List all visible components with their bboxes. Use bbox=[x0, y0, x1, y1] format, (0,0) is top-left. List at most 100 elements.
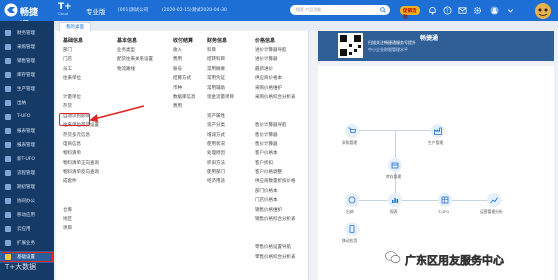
extension-icon bbox=[5, 240, 11, 246]
menu-item-using-department[interactable]: 使用部门 bbox=[207, 169, 234, 178]
menu-item-carryover-subject[interactable]: 结转科目 bbox=[207, 56, 234, 65]
help-icon[interactable]: ? bbox=[443, 6, 452, 15]
flow-node-cashier[interactable] bbox=[345, 193, 359, 207]
sidebar-item-opening[interactable]: 期初管理 bbox=[0, 181, 54, 193]
promo-label: 促销活动 bbox=[403, 8, 417, 20]
menu-item-retail-price-analysis[interactable]: 零售价格综合分析表 bbox=[255, 254, 296, 263]
menu-item-customer-pricebook[interactable]: 客户价格本 bbox=[255, 150, 296, 159]
menu-item-store-pricebook[interactable]: 门店价格本 bbox=[255, 197, 296, 206]
notification-icon[interactable] bbox=[428, 6, 437, 15]
menu-item-cashflow-project[interactable]: 现金流量项目 bbox=[207, 94, 234, 103]
menu-item-purchase-calc-nav[interactable]: 进价计算器导航 bbox=[255, 47, 296, 56]
menu-item-logistics-route[interactable]: 物流路线 bbox=[117, 66, 153, 75]
menu-item-bom-reverse[interactable]: 物料清单反向查询 bbox=[63, 169, 99, 178]
menu-item-delivery-relation[interactable]: 配货往来关系设置 bbox=[117, 56, 153, 65]
menu-item-ecommerce[interactable]: 电商信息 bbox=[63, 141, 99, 150]
menu-item-customer-discount[interactable]: 客户折扣 bbox=[255, 160, 296, 169]
menu-item-store[interactable]: 门店 bbox=[63, 56, 99, 65]
menu-item-subject[interactable]: 科目 bbox=[207, 47, 234, 56]
sidebar-item-purchase[interactable]: 采购管理 bbox=[0, 41, 54, 53]
menu-item-depreciation-method[interactable]: 折旧方法 bbox=[207, 160, 234, 169]
menu-item-purchase-calc[interactable]: 进价计算器 bbox=[255, 56, 296, 65]
menu-item-business-type[interactable]: 业务类型 bbox=[117, 47, 153, 56]
menu-item-expense[interactable]: 费用 bbox=[173, 56, 196, 65]
menu-item-region[interactable]: 地区 bbox=[63, 216, 99, 225]
sidebar-item-sales[interactable]: 销售管理 bbox=[0, 55, 54, 67]
sidebar-item-workflow[interactable]: 流程管理 bbox=[0, 167, 54, 179]
menu-item-fee[interactable]: 费用 bbox=[173, 103, 196, 112]
menu-item-retail-price-nav[interactable]: 零售价格设置导航 bbox=[255, 244, 296, 253]
menu-item-sales-price-analysis[interactable]: 销售价格综合分析表 bbox=[255, 216, 296, 225]
sidebar-item-t-ufo[interactable]: T-UFO bbox=[0, 111, 54, 123]
tab-my-desktop[interactable]: 我的桌面 bbox=[59, 22, 91, 31]
menu-item-change-method[interactable]: 增减方式 bbox=[207, 132, 234, 141]
promo-badge[interactable]: 促销活动 bbox=[400, 6, 420, 20]
sidebar-item-cloud[interactable]: 云应用 bbox=[0, 223, 54, 235]
flow-node-inventory[interactable] bbox=[388, 158, 402, 172]
menu-item-sales-calc-nav[interactable]: 售价计算器导航 bbox=[255, 122, 296, 131]
menu-item-bom[interactable]: 物料清单 bbox=[63, 150, 99, 159]
menu-item-department-pricebook[interactable]: 部门价格本 bbox=[255, 188, 296, 197]
app-logo[interactable]: 畅捷通 bbox=[4, 2, 46, 31]
menu-item-kit[interactable]: 成套件 bbox=[63, 178, 99, 187]
menu-item-unit[interactable]: 计量单位 bbox=[63, 94, 99, 103]
sidebar-item-finance[interactable]: 财务管理 bbox=[0, 27, 54, 39]
chevron-down-icon[interactable] bbox=[506, 6, 515, 15]
menu-item-project[interactable]: 项目 bbox=[63, 225, 99, 234]
menu-item-warehouse[interactable]: 仓库 bbox=[63, 207, 99, 216]
flow-node-report[interactable] bbox=[388, 193, 402, 207]
menu-item-income[interactable]: 收入 bbox=[173, 47, 196, 56]
menu-item-disposal-reason[interactable]: 处理原因 bbox=[207, 150, 234, 159]
sidebar-item-inventory[interactable]: 库存管理 bbox=[0, 69, 54, 81]
menu-item-purchase-price-maint[interactable]: 采购价格维护 bbox=[255, 85, 296, 94]
menu-item-account[interactable]: 账号 bbox=[173, 66, 196, 75]
menu-item-purchase-price-analysis[interactable]: 采购价格综合分析表 bbox=[255, 94, 296, 103]
sidebar-item-report-2[interactable]: 报表管理 bbox=[0, 139, 54, 151]
sidebar-item-report[interactable]: 报表管理 bbox=[0, 125, 54, 137]
settings-icon[interactable] bbox=[473, 6, 482, 15]
menu-item-partner[interactable]: 往来单位 bbox=[63, 75, 99, 84]
menu-item-customer-price-adjust[interactable]: 客户价格调整 bbox=[255, 169, 296, 178]
menu-item-supplier-qty-discount[interactable]: 供应商数量折扣价格 bbox=[255, 178, 296, 187]
company-name[interactable]: [001]测试公司 bbox=[118, 7, 148, 13]
sidebar-item-production[interactable]: 生产管理 bbox=[0, 83, 54, 95]
menu-item-common-summary[interactable]: 常用摘要 bbox=[207, 66, 234, 75]
menu-item-asset-category[interactable]: 资产分类 bbox=[207, 122, 234, 131]
message-icon[interactable] bbox=[458, 6, 467, 15]
flow-node-purchase[interactable] bbox=[345, 124, 359, 138]
menu-item-latest-purchase-price[interactable]: 最新进价 bbox=[255, 66, 296, 75]
menu-item-common-auxiliary[interactable]: 常用辅助 bbox=[207, 85, 234, 94]
sidebar-item-office[interactable]: 协同办公 bbox=[0, 195, 54, 207]
menu-item-database-info[interactable]: 数据库信息 bbox=[173, 94, 196, 103]
menu-item-inventory-multi[interactable]: 存货多元信息 bbox=[63, 132, 99, 141]
menu-item-usage-status[interactable]: 使用状况 bbox=[207, 141, 234, 150]
sidebar-item-label: 采购管理 bbox=[17, 45, 35, 50]
menu-item-common-voucher[interactable]: 常用凭证 bbox=[207, 75, 234, 84]
menu-item-economic-use[interactable]: 经济用途 bbox=[207, 178, 234, 187]
menu-item-department[interactable]: 部门 bbox=[63, 47, 99, 56]
menu-item-currency[interactable]: 币种 bbox=[173, 85, 196, 94]
menu-item-employee[interactable]: 员工 bbox=[63, 66, 99, 75]
flow-node-t-ufo[interactable] bbox=[438, 193, 452, 207]
search-box[interactable]: 搜索 产品功能 bbox=[290, 5, 390, 15]
flow-node-mobile[interactable] bbox=[345, 222, 359, 236]
sidebar-item-cashier[interactable]: 出纳 bbox=[0, 97, 54, 109]
menu-item-sales-calc[interactable]: 售价计算器 bbox=[255, 132, 296, 141]
basic-settings-icon bbox=[5, 254, 11, 260]
flow-node-operations[interactable] bbox=[487, 193, 501, 207]
search-icon[interactable] bbox=[380, 7, 386, 13]
sidebar-item-new-t-ufo[interactable]: 新T-UFO bbox=[0, 153, 54, 165]
user-avatar-icon[interactable] bbox=[490, 6, 499, 15]
t-ufo-icon bbox=[441, 196, 449, 204]
menu-item-supplier-pricebook[interactable]: 供应商价格本 bbox=[255, 75, 296, 84]
sidebar-item-label: 生产管理 bbox=[17, 87, 35, 92]
cash-icon bbox=[348, 196, 356, 204]
menu-item-bom-forward[interactable]: 物料清单正向查询 bbox=[63, 160, 99, 169]
sidebar-item-mobile[interactable]: 移动应用 bbox=[0, 209, 54, 221]
menu-item-asset-attribute[interactable]: 资产属性 bbox=[207, 113, 234, 122]
menu-item-sales-price-maint[interactable]: 销售价格维护 bbox=[255, 207, 296, 216]
flow-node-production[interactable] bbox=[431, 124, 445, 138]
sidebar-item-extension[interactable]: 扩展业务 bbox=[0, 237, 54, 249]
menu-item-settlement-method[interactable]: 结算方式 bbox=[173, 75, 196, 84]
menu-item-sales-calc-2[interactable]: 售价计算器 bbox=[255, 141, 296, 150]
